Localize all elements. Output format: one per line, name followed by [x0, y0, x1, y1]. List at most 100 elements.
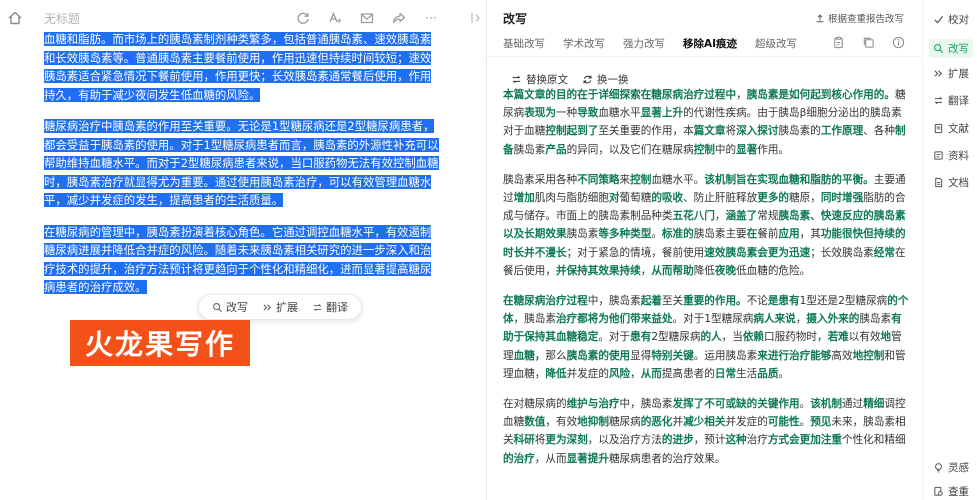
changed-text: 起着 — [640, 295, 662, 308]
unchanged-text: 胰岛素主要 — [693, 228, 747, 241]
rail-item-expand[interactable]: 扩展 — [933, 66, 969, 81]
rail-item-proofread[interactable]: 校对 — [933, 12, 969, 27]
rail-item-translate[interactable]: 翻译 — [933, 93, 969, 108]
clipboard-icon[interactable] — [830, 34, 846, 50]
more-icon[interactable]: ··· — [415, 8, 447, 28]
editor-paragraph[interactable]: 糖尿病治疗中胰岛素的作用至关重要。无论是1型糖尿病还是2型糖尿病患者，都会受益于… — [44, 117, 439, 210]
rail-item-literature[interactable]: 文献 — [933, 121, 969, 136]
unchanged-text: 胰岛素的 — [778, 125, 821, 138]
unchanged-text: 、防止肝脏释放 — [683, 192, 758, 205]
changed-text: 表现为 — [524, 107, 556, 120]
tab-rewrite-mode[interactable]: 强力改写 — [623, 36, 665, 51]
changed-text: 并保持其效果持续 — [555, 264, 641, 277]
refresh-icon[interactable] — [287, 8, 319, 28]
editor-paragraph[interactable]: 血糖和脂肪。而市场上的胰岛素制剂种类繁多，包括普通胰岛素、速效胰岛素和长效胰岛素… — [44, 30, 439, 104]
font-size-icon[interactable] — [319, 8, 351, 28]
float-action-label: 改写 — [226, 301, 248, 314]
home-icon[interactable] — [7, 10, 23, 26]
changed-text: 治疗都将为他们带来益处 — [555, 313, 673, 326]
unchanged-text: 、各种 — [863, 125, 895, 138]
editor-content[interactable]: 血糖和脂肪。而市场上的胰岛素制剂种类繁多，包括普通胰岛素、速效胰岛素和长效胰岛素… — [44, 30, 439, 310]
rail-item-rewrite[interactable]: 改写 — [929, 39, 973, 58]
unchanged-text: 显得 — [630, 349, 652, 362]
rewrite-paragraph: 在糖尿病治疗过程中，胰岛素起着至关重要的作用。不论是患有1型还是2型糖尿病的个体… — [503, 292, 909, 383]
rail-item-plagiarism-check[interactable]: 查重 — [933, 484, 969, 499]
float-action-expand[interactable]: 扩展 — [255, 294, 305, 320]
changed-text: 品质 — [757, 367, 779, 380]
unchanged-text: 。对于1型糖尿病 — [672, 313, 754, 326]
changed-text: 重要的作用。 — [683, 295, 747, 308]
tab-rewrite-mode[interactable]: 学术改写 — [563, 36, 605, 51]
rewrite-paragraph: 在对糖尿病的维护与治疗中，胰岛素发挥了不可或缺的关键作用。该机制通过精细调控血糖… — [503, 395, 909, 468]
rewrite-icon — [213, 302, 223, 312]
mail-icon[interactable] — [351, 8, 383, 28]
changed-text: 是患有 — [767, 295, 800, 308]
unchanged-text: 血糖水平。 — [651, 173, 705, 186]
report-rewrite-button[interactable]: 根据查重报告改写 — [815, 11, 904, 25]
changed-text: 对 — [608, 192, 620, 205]
rail-item-label: 扩展 — [948, 68, 969, 80]
unchanged-text: 肌肉与脂肪细胞 — [534, 192, 609, 205]
changed-text: 控制 — [693, 143, 715, 156]
share-icon[interactable] — [383, 8, 415, 28]
panel-title: 改写 — [503, 12, 528, 26]
tab-rewrite-mode[interactable]: 移除AI痕迹 — [683, 36, 737, 51]
unchanged-text: ， — [630, 367, 641, 380]
changed-text: 增加 — [513, 192, 535, 205]
tab-rewrite-mode[interactable]: 基础改写 — [503, 36, 545, 51]
changed-text: 数值 — [524, 416, 546, 429]
selection-toolbar: 改写 扩展 翻译 — [198, 294, 362, 320]
changed-text: 夜晚 — [714, 264, 737, 277]
changed-text: 五花八门 — [672, 210, 715, 223]
changed-text: 更为深刻 — [545, 434, 588, 447]
unchanged-text: 并发症的 — [725, 416, 768, 429]
info-icon[interactable] — [890, 34, 906, 50]
copy-icon[interactable] — [860, 34, 876, 50]
unchanged-text: 胰岛素 — [513, 143, 546, 156]
unchanged-text: 。运用胰岛素 — [693, 349, 758, 362]
float-action-translate[interactable]: 翻译 — [305, 294, 355, 320]
collapse-icon[interactable] — [467, 8, 485, 28]
unchanged-text: 糖尿病 — [608, 416, 641, 429]
brand-watermark: 火龙果写作 — [70, 320, 250, 366]
changed-text: 可能性 — [767, 416, 800, 429]
swap-batch-icon — [583, 75, 592, 84]
float-action-rewrite[interactable]: 改写 — [205, 294, 255, 320]
unchanged-text: 提高患者的 — [661, 367, 715, 380]
unchanged-text: 中的 — [714, 143, 737, 156]
changed-text: 同时增强 — [820, 192, 864, 205]
action-label: 换一换 — [597, 74, 629, 86]
rewrite-mode-tabs: 基础改写 学术改写 强力改写 移除AI痕迹 超级改写 — [503, 36, 815, 51]
unchanged-text: 糖原， — [789, 192, 821, 205]
unchanged-text: 并 — [672, 416, 684, 429]
changed-text: 方式会更加注重 — [767, 434, 842, 447]
rewrite-paragraph: 本篇文章的目的在于详细探索在糖尿病治疗过程中，胰岛素是如何起到核心作用的。糖尿病… — [503, 86, 909, 159]
editor-paragraph[interactable]: 在糖尿病的管理中，胰岛素扮演着核心角色。它通过调控血糖水平，有效遏制糖尿病进展并… — [44, 223, 439, 297]
rail-item-label: 灵感 — [948, 462, 969, 474]
unchanged-text: 以有效 — [848, 331, 881, 344]
changed-text: 特别关键 — [651, 349, 694, 362]
selected-text: 在糖尿病的管理中，胰岛素扮演着核心角色。它通过调控血糖水平，有效遏制糖尿病进展并… — [44, 224, 432, 294]
rail-item-document[interactable]: 文档 — [933, 175, 969, 190]
tab-rewrite-mode[interactable]: 超级改写 — [755, 36, 797, 51]
rail-item-inspiration[interactable]: 灵感 — [933, 460, 969, 475]
literature-icon — [934, 123, 943, 134]
rail-item-label: 校对 — [948, 14, 969, 26]
changed-text: 患有 — [630, 331, 652, 344]
unchanged-text: ， — [795, 313, 807, 326]
rail-item-label: 翻译 — [948, 95, 969, 107]
document-title[interactable]: 无标题 — [44, 10, 80, 27]
unchanged-text: 来 — [619, 173, 631, 186]
proofread-icon — [934, 15, 944, 24]
rail-item-material[interactable]: 资料 — [933, 148, 969, 163]
unchanged-text: 常规 — [757, 210, 779, 223]
rewrite-panel: 改写 根据查重报告改写 基础改写 学术改写 强力改写 移除AI痕迹 超级改写 替换原文 换… — [487, 0, 922, 500]
unchanged-text: 高效 — [831, 349, 853, 362]
unchanged-text: ，预计 — [693, 434, 726, 447]
rail-item-label: 资料 — [948, 150, 969, 162]
editor-toolbar: 无标题 ··· — [30, 0, 485, 34]
rewrite-paragraph: 胰岛素采用各种不同策略来控制血糖水平。该机制旨在实现血糖和脂肪的平衡。主要通过增… — [503, 171, 909, 280]
changed-text: 导致 — [577, 107, 599, 120]
changed-text: 日常 — [714, 367, 737, 380]
changed-text: 从而帮助 — [651, 264, 694, 277]
